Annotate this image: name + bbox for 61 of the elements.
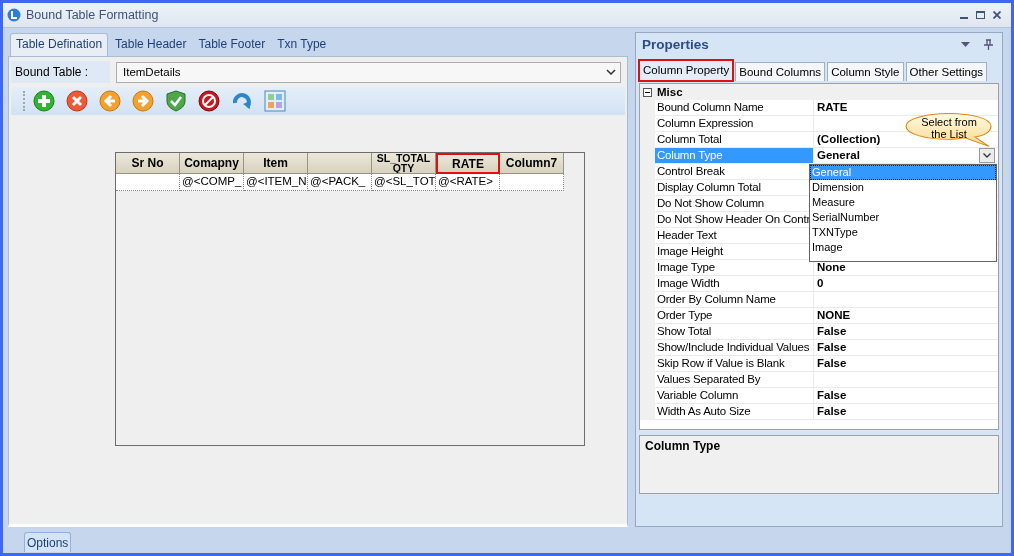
tab[interactable]: Table Header (110, 34, 192, 56)
column-header[interactable]: Column7 (500, 153, 564, 174)
category-label: Misc (657, 86, 683, 98)
caret-icon[interactable] (983, 153, 991, 158)
column-header[interactable]: Sr No (116, 153, 180, 174)
caret-icon[interactable] (961, 41, 970, 47)
app-logo-icon (7, 8, 21, 22)
panel-title: Properties (642, 36, 710, 52)
tab[interactable]: Bound Columns (735, 62, 826, 81)
shield-check-icon[interactable] (165, 90, 187, 112)
property-name[interactable]: Image Width (655, 276, 814, 292)
window-title: Bound Table Formatting (26, 8, 160, 22)
property-name[interactable]: Column Expression (655, 116, 814, 132)
property-value[interactable]: False (814, 404, 998, 420)
property-value[interactable]: False (814, 324, 998, 340)
pin-icon[interactable] (984, 38, 993, 50)
property-name[interactable]: Values Separated By (655, 372, 814, 388)
property-name[interactable]: Width As Auto Size (655, 404, 814, 420)
property-name[interactable]: Bound Column Name (655, 100, 814, 116)
close-icon[interactable] (993, 11, 1001, 19)
callout-tooltip: Select from the List (903, 112, 995, 148)
tab[interactable]: Table Defination (10, 33, 109, 56)
property-value[interactable]: False (814, 340, 998, 356)
column-header[interactable]: RATE (436, 153, 500, 174)
property-name[interactable]: Order Type (655, 308, 814, 324)
column-header[interactable]: Comapny (180, 153, 244, 174)
caret-icon[interactable] (606, 69, 616, 75)
description-title: Column Type (639, 435, 999, 494)
property-name[interactable]: Skip Row if Value is Blank (655, 356, 814, 372)
table-cell (116, 174, 180, 191)
tab[interactable]: Column Property (639, 60, 734, 81)
property-name[interactable]: Show Total (655, 324, 814, 340)
table-cell: @<ITEM_N (244, 174, 308, 191)
table-cell: @<PACK_ (308, 174, 372, 191)
property-value[interactable]: 0 (814, 276, 998, 292)
bound-table-select[interactable]: ItemDetails (116, 61, 621, 83)
delete-icon[interactable] (66, 90, 88, 112)
property-name[interactable]: Image Type (655, 260, 814, 276)
tab[interactable]: Other Settings (905, 62, 988, 81)
bound-table-label: Bound Table : (11, 61, 110, 83)
tab[interactable]: Table Footer (193, 34, 271, 56)
dropdown-button[interactable] (979, 148, 995, 163)
collapse-icon[interactable] (643, 87, 652, 97)
table-cell: @<SL_TOT (372, 174, 436, 191)
tab[interactable]: Txn Type (272, 34, 332, 56)
tab[interactable]: Options (24, 532, 72, 552)
property-value[interactable]: False (814, 356, 998, 372)
property-name[interactable]: Show/Include Individual Values (655, 340, 814, 356)
tab[interactable]: Column Style (827, 62, 904, 81)
table-cell: @<RATE> (436, 174, 500, 191)
table-cell: @<COMP_ (180, 174, 244, 191)
refresh-icon[interactable] (231, 90, 253, 112)
column-header[interactable]: Item (244, 153, 308, 174)
property-name[interactable]: Order By Column Name (655, 292, 814, 308)
table-cell (500, 174, 564, 191)
property-value[interactable]: False (814, 388, 998, 404)
property-name[interactable]: Variable Column (655, 388, 814, 404)
property-value[interactable]: NONE (814, 308, 998, 324)
maximize-icon[interactable] (976, 11, 985, 19)
add-icon[interactable] (33, 90, 55, 112)
no-entry-icon[interactable] (198, 90, 220, 112)
